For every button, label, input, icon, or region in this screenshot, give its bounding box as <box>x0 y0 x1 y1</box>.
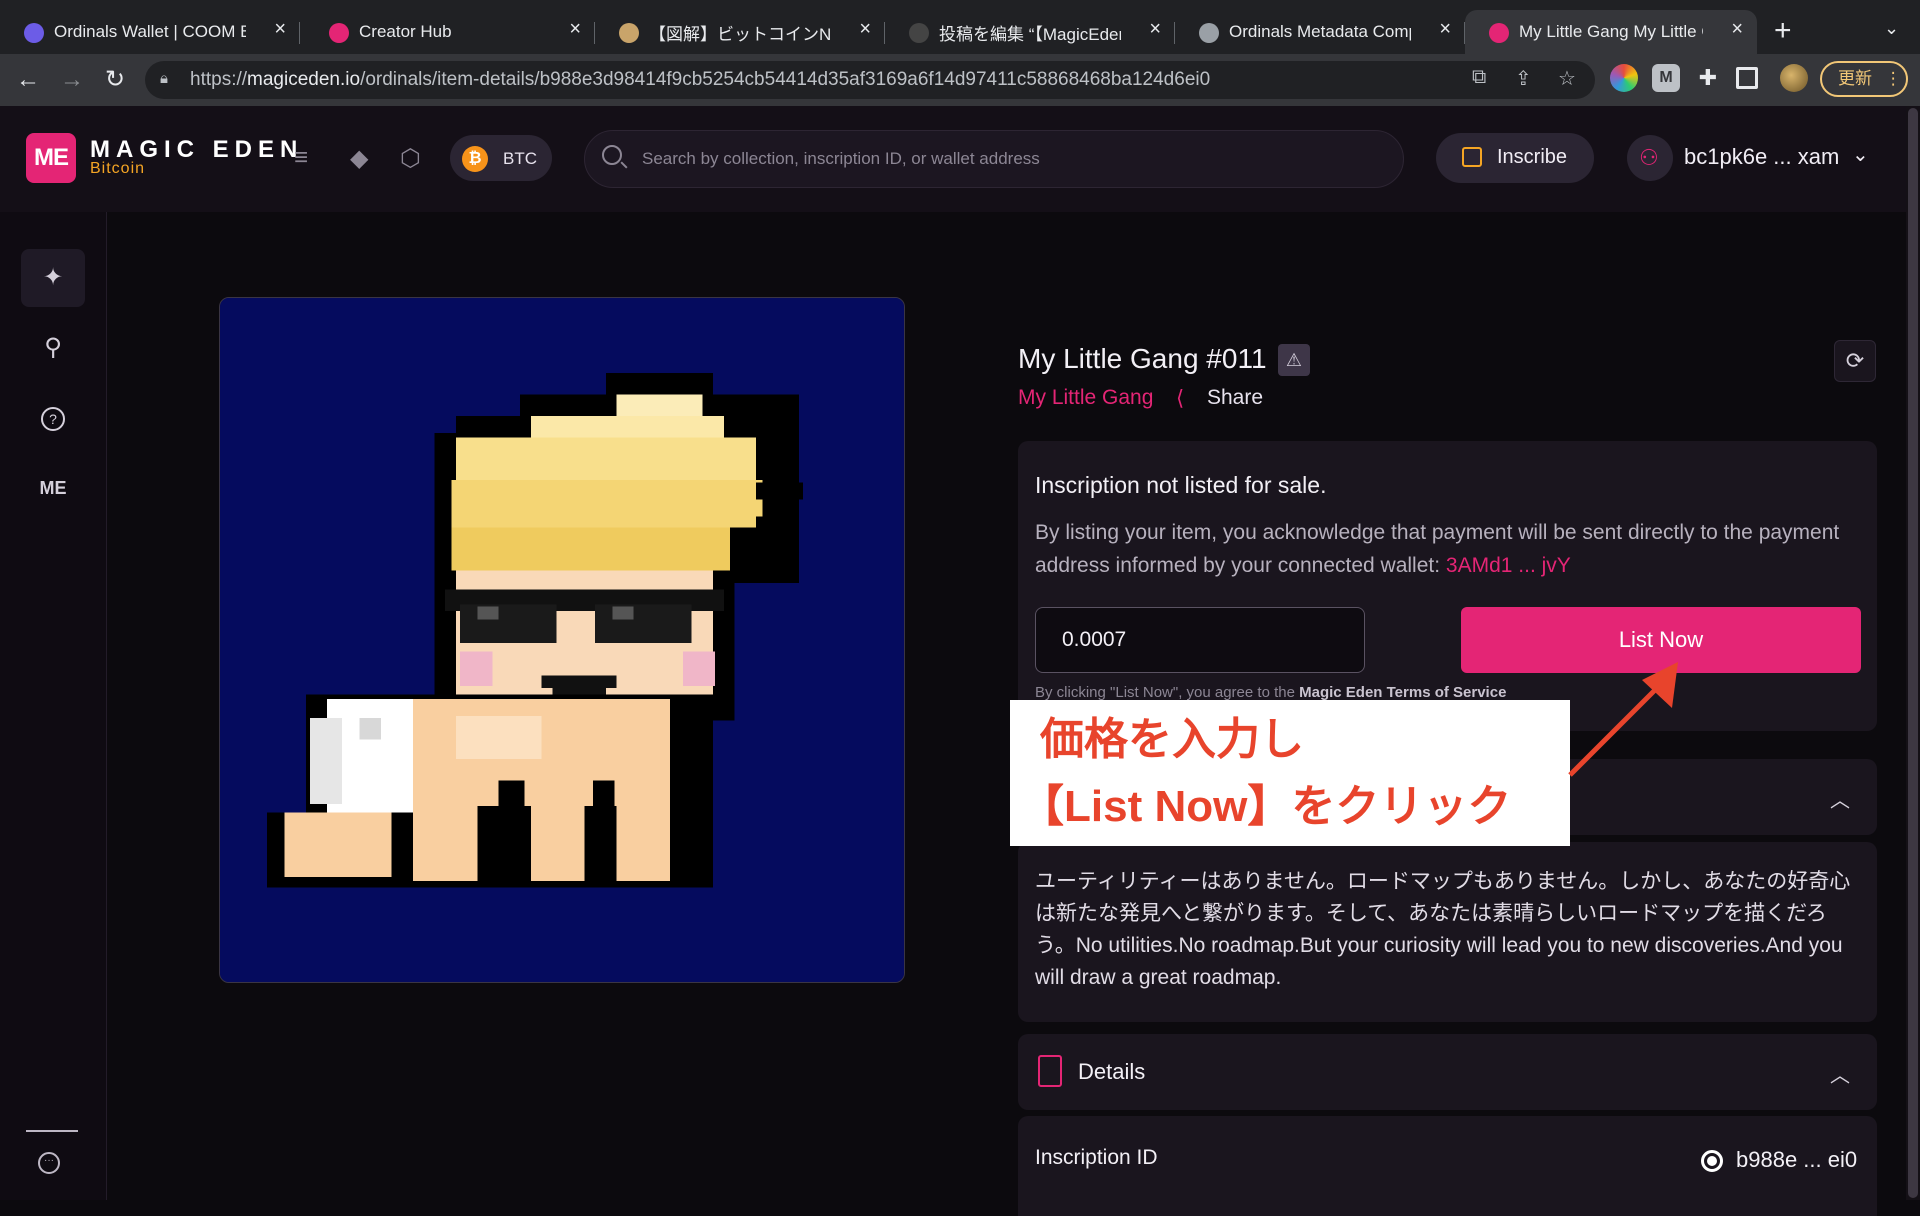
me-logo-icon: ME <box>39 478 67 498</box>
new-tab-button[interactable]: + <box>1774 14 1792 48</box>
refresh-icon[interactable]: ⟳ <box>1834 340 1876 382</box>
tab-close-icon[interactable]: × <box>1439 18 1451 41</box>
annotation-arrow-icon <box>1568 662 1678 777</box>
inscription-id-value[interactable]: b988e ... ei0 <box>1736 1147 1857 1173</box>
tab-title: Creator Hub <box>359 22 452 41</box>
terms-notice: By clicking "List Now", you agree to the… <box>1035 684 1506 701</box>
share-button[interactable]: Share <box>1207 386 1263 410</box>
tab-title: Ordinals Wallet | COOM Batches <box>54 22 246 41</box>
browser-tab[interactable]: 投稿を編集 “【MagicEden】ビットコイン × <box>885 10 1175 54</box>
terms-link[interactable]: Magic Eden Terms of Service <box>1299 684 1506 701</box>
url-path: /ordinals/item-details/b988e3d98414f9cb5… <box>360 69 1211 90</box>
payment-address[interactable]: 3AMd1 ... jvY <box>1446 554 1571 577</box>
tab-title: 投稿を編集 “【MagicEden】ビットコイン <box>939 24 1121 44</box>
sidebar-item-rewards[interactable]: ⚲ <box>21 319 85 377</box>
edit-icon <box>1462 147 1482 167</box>
browser-tab[interactable]: Ordinals Wallet | COOM Batches × <box>0 10 300 54</box>
m-extension-icon[interactable]: M <box>1652 64 1680 92</box>
tab-close-icon[interactable]: × <box>1731 18 1743 41</box>
ethereum-chain-icon[interactable]: ◆ <box>350 144 368 173</box>
forward-icon[interactable]: → <box>56 64 88 96</box>
tab-search-icon[interactable]: ⌄ <box>1884 18 1899 39</box>
brand-chain-label: Bitcoin <box>90 160 146 177</box>
tab-close-icon[interactable]: × <box>1149 18 1161 41</box>
chain-label: BTC <box>503 149 537 168</box>
color-extension-icon[interactable] <box>1610 64 1638 92</box>
listing-description-text: By listing your item, you acknowledge th… <box>1035 521 1840 577</box>
price-input[interactable] <box>1035 607 1365 673</box>
listing-heading: Inscription not listed for sale. <box>1035 472 1327 498</box>
listing-description: By listing your item, you acknowledge th… <box>1035 516 1855 582</box>
sidebar-item-discover[interactable]: ✦ <box>21 249 85 307</box>
sidebar-item-magic-eden[interactable]: ME <box>21 459 85 517</box>
inscribe-label: Inscribe <box>1497 146 1568 168</box>
search-input[interactable] <box>640 140 1384 178</box>
tab-favicon-icon <box>619 23 639 43</box>
tab-close-icon[interactable]: × <box>569 18 581 41</box>
url-text[interactable]: https://magiceden.io/ordinals/item-detai… <box>190 69 1210 91</box>
collection-link[interactable]: My Little Gang <box>1018 386 1153 410</box>
scrollbar-thumb[interactable] <box>1908 108 1918 1198</box>
extensions-puzzle-icon[interactable]: ✚ <box>1694 64 1722 92</box>
annotation-line-1: 価格を入力し <box>1040 715 1304 764</box>
browser-tab[interactable]: My Little Gang My Little Gang #011 × <box>1465 10 1757 54</box>
reload-icon[interactable]: ↻ <box>99 64 131 96</box>
browser-tab[interactable]: 【図解】ビットコインNFTの始め方 × <box>595 10 885 54</box>
browser-tab[interactable]: Creator Hub × <box>305 10 595 54</box>
bookmark-star-icon[interactable]: ☆ <box>1558 66 1576 91</box>
tab-title: Ordinals Metadata Composer <box>1229 22 1411 41</box>
tab-close-icon[interactable]: × <box>859 18 871 41</box>
ordinal-icon <box>1701 1150 1723 1172</box>
terms-text: By clicking "List Now", you agree to the <box>1035 684 1295 701</box>
side-panel-icon[interactable] <box>1736 67 1758 89</box>
magic-eden-logo[interactable]: ME <box>26 133 76 183</box>
chevron-up-icon[interactable]: ︿ <box>1830 784 1850 813</box>
solana-chain-icon[interactable]: ≡ <box>294 144 308 172</box>
tab-favicon-icon <box>909 23 929 43</box>
tab-favicon-icon <box>1199 23 1219 43</box>
url-scheme: https:// <box>190 69 248 90</box>
translate-icon[interactable]: ⧉ <box>1472 66 1486 89</box>
polygon-chain-icon[interactable]: ⬡ <box>400 144 421 173</box>
sidebar-divider <box>26 1130 78 1132</box>
browser-tab[interactable]: Ordinals Metadata Composer × <box>1175 10 1465 54</box>
tab-favicon-icon <box>1489 23 1509 43</box>
award-icon: ⚲ <box>44 334 62 361</box>
tab-title: 【図解】ビットコインNFTの始め方 <box>649 24 831 44</box>
update-label: 更新 <box>1838 69 1872 88</box>
chevron-down-icon[interactable]: ⌄ <box>1852 142 1869 167</box>
annotation-line-2: 【List Now】をクリック <box>1020 782 1512 831</box>
user-icon: ⚇ <box>1639 145 1659 170</box>
tab-close-icon[interactable]: × <box>274 18 286 41</box>
help-icon: ? <box>41 406 65 431</box>
url-domain: magiceden.io <box>247 69 361 90</box>
tab-separator <box>299 22 300 44</box>
browser-update-button[interactable]: 更新 ⋮ <box>1820 61 1908 97</box>
inscription-id-label: Inscription ID <box>1035 1146 1158 1169</box>
bitcoin-icon: ₿ <box>462 146 488 172</box>
tab-favicon-icon <box>24 23 44 43</box>
wallet-address[interactable]: bc1pk6e ... xam <box>1684 144 1839 170</box>
details-title: Details <box>1078 1059 1146 1084</box>
share-icon[interactable]: ⟨ <box>1176 386 1184 411</box>
sparkles-icon: ✦ <box>42 264 64 291</box>
collection-description: ユーティリティーはありません。ロードマップもありません。しかし、あなたの好奇心は… <box>1035 870 1851 989</box>
document-icon <box>1038 1055 1062 1087</box>
more-menu-icon: ⋮ <box>1884 69 1902 88</box>
profile-avatar-icon[interactable] <box>1780 64 1808 92</box>
nft-artwork[interactable] <box>219 297 905 983</box>
pixel-art-character <box>220 298 904 982</box>
lock-icon[interactable]: 🔒︎ <box>160 70 168 87</box>
chevron-up-icon[interactable]: ︿ <box>1830 1059 1850 1088</box>
sidebar-item-help[interactable]: ? <box>21 389 85 447</box>
tab-title: My Little Gang My Little Gang #011 <box>1519 22 1703 41</box>
tab-favicon-icon <box>329 23 349 43</box>
search-icon <box>602 145 622 165</box>
chat-icon[interactable]: ··· <box>38 1152 60 1174</box>
share-page-icon[interactable]: ⇪ <box>1515 66 1532 91</box>
details-section-header[interactable] <box>1018 1034 1877 1110</box>
rarity-badge-icon[interactable]: ⚠︎ <box>1278 344 1310 376</box>
back-icon[interactable]: ← <box>12 64 44 96</box>
item-title: My Little Gang #011 <box>1018 343 1267 374</box>
